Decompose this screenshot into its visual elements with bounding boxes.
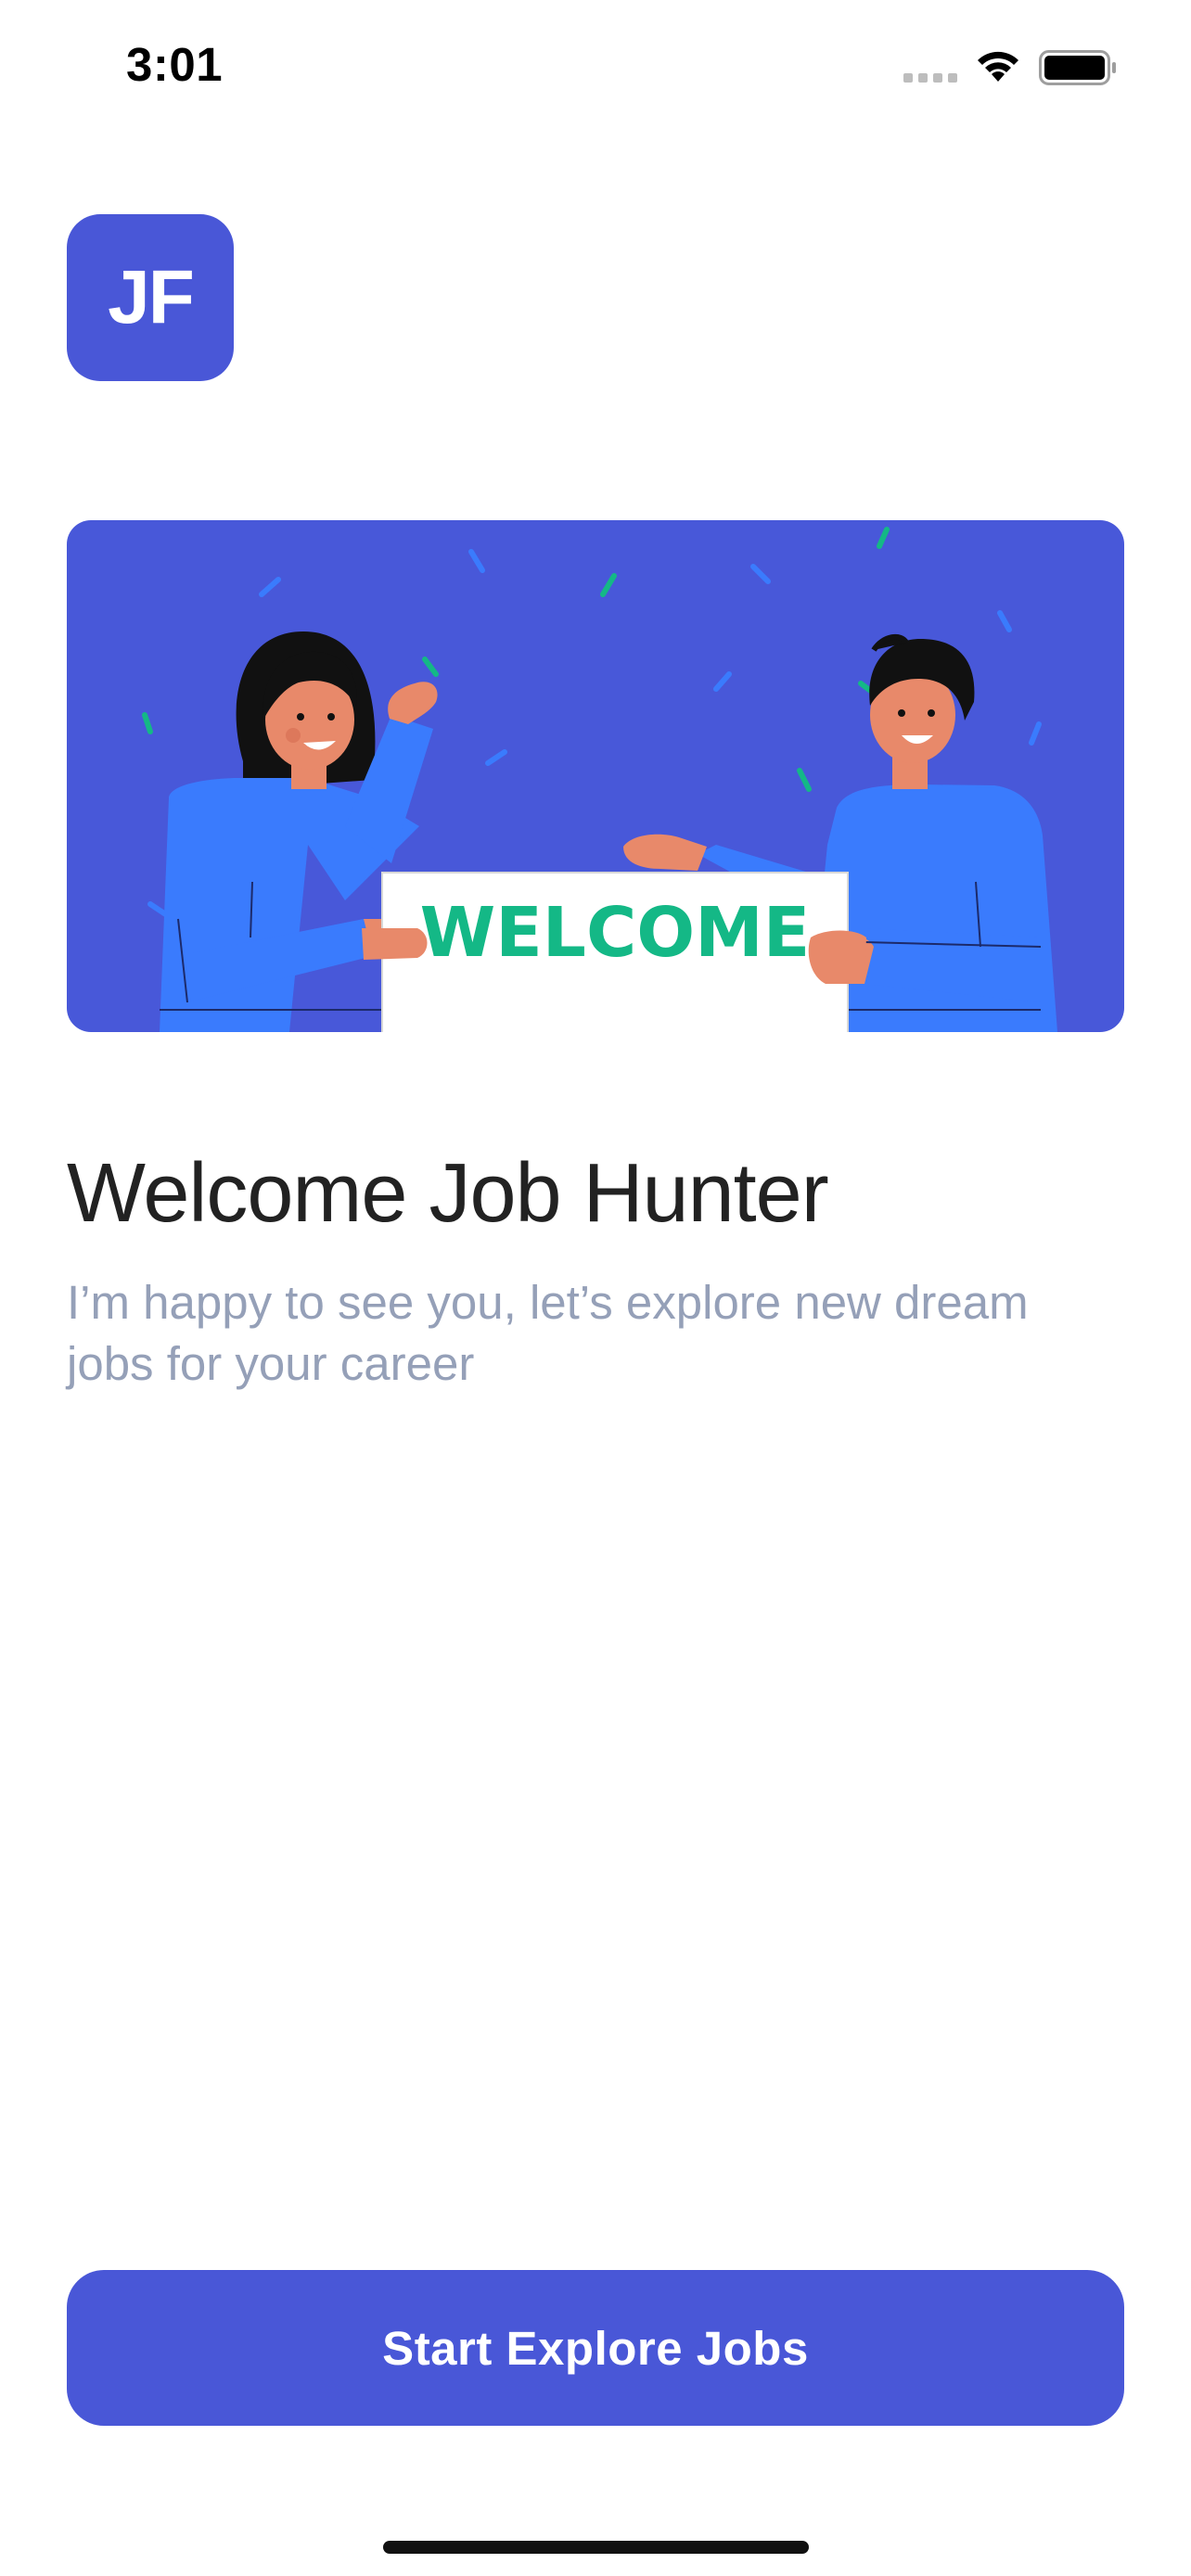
app-logo-text: JF [108, 255, 195, 339]
battery-icon [1039, 50, 1116, 85]
status-bar: 3:01 [0, 0, 1191, 130]
man-hand [808, 930, 866, 984]
welcome-sign: WELCOME [381, 872, 849, 1032]
app-logo: JF [67, 214, 234, 381]
welcome-sign-text: WELCOME [420, 893, 811, 973]
status-time: 3:01 [126, 38, 224, 91]
illustration-svg: WELCOME [142, 527, 1057, 1032]
signal-dots-icon [903, 73, 957, 83]
page-subtitle: I’m happy to see you, let’s explore new … [67, 1276, 1029, 1390]
home-indicator[interactable] [383, 2541, 809, 2554]
wifi-icon [978, 51, 1018, 82]
woman-hand [362, 928, 428, 960]
welcome-illustration: WELCOME [67, 520, 1124, 1032]
page-title: Welcome Job Hunter [67, 1147, 829, 1240]
start-explore-jobs-button[interactable]: Start Explore Jobs [67, 2270, 1124, 2426]
